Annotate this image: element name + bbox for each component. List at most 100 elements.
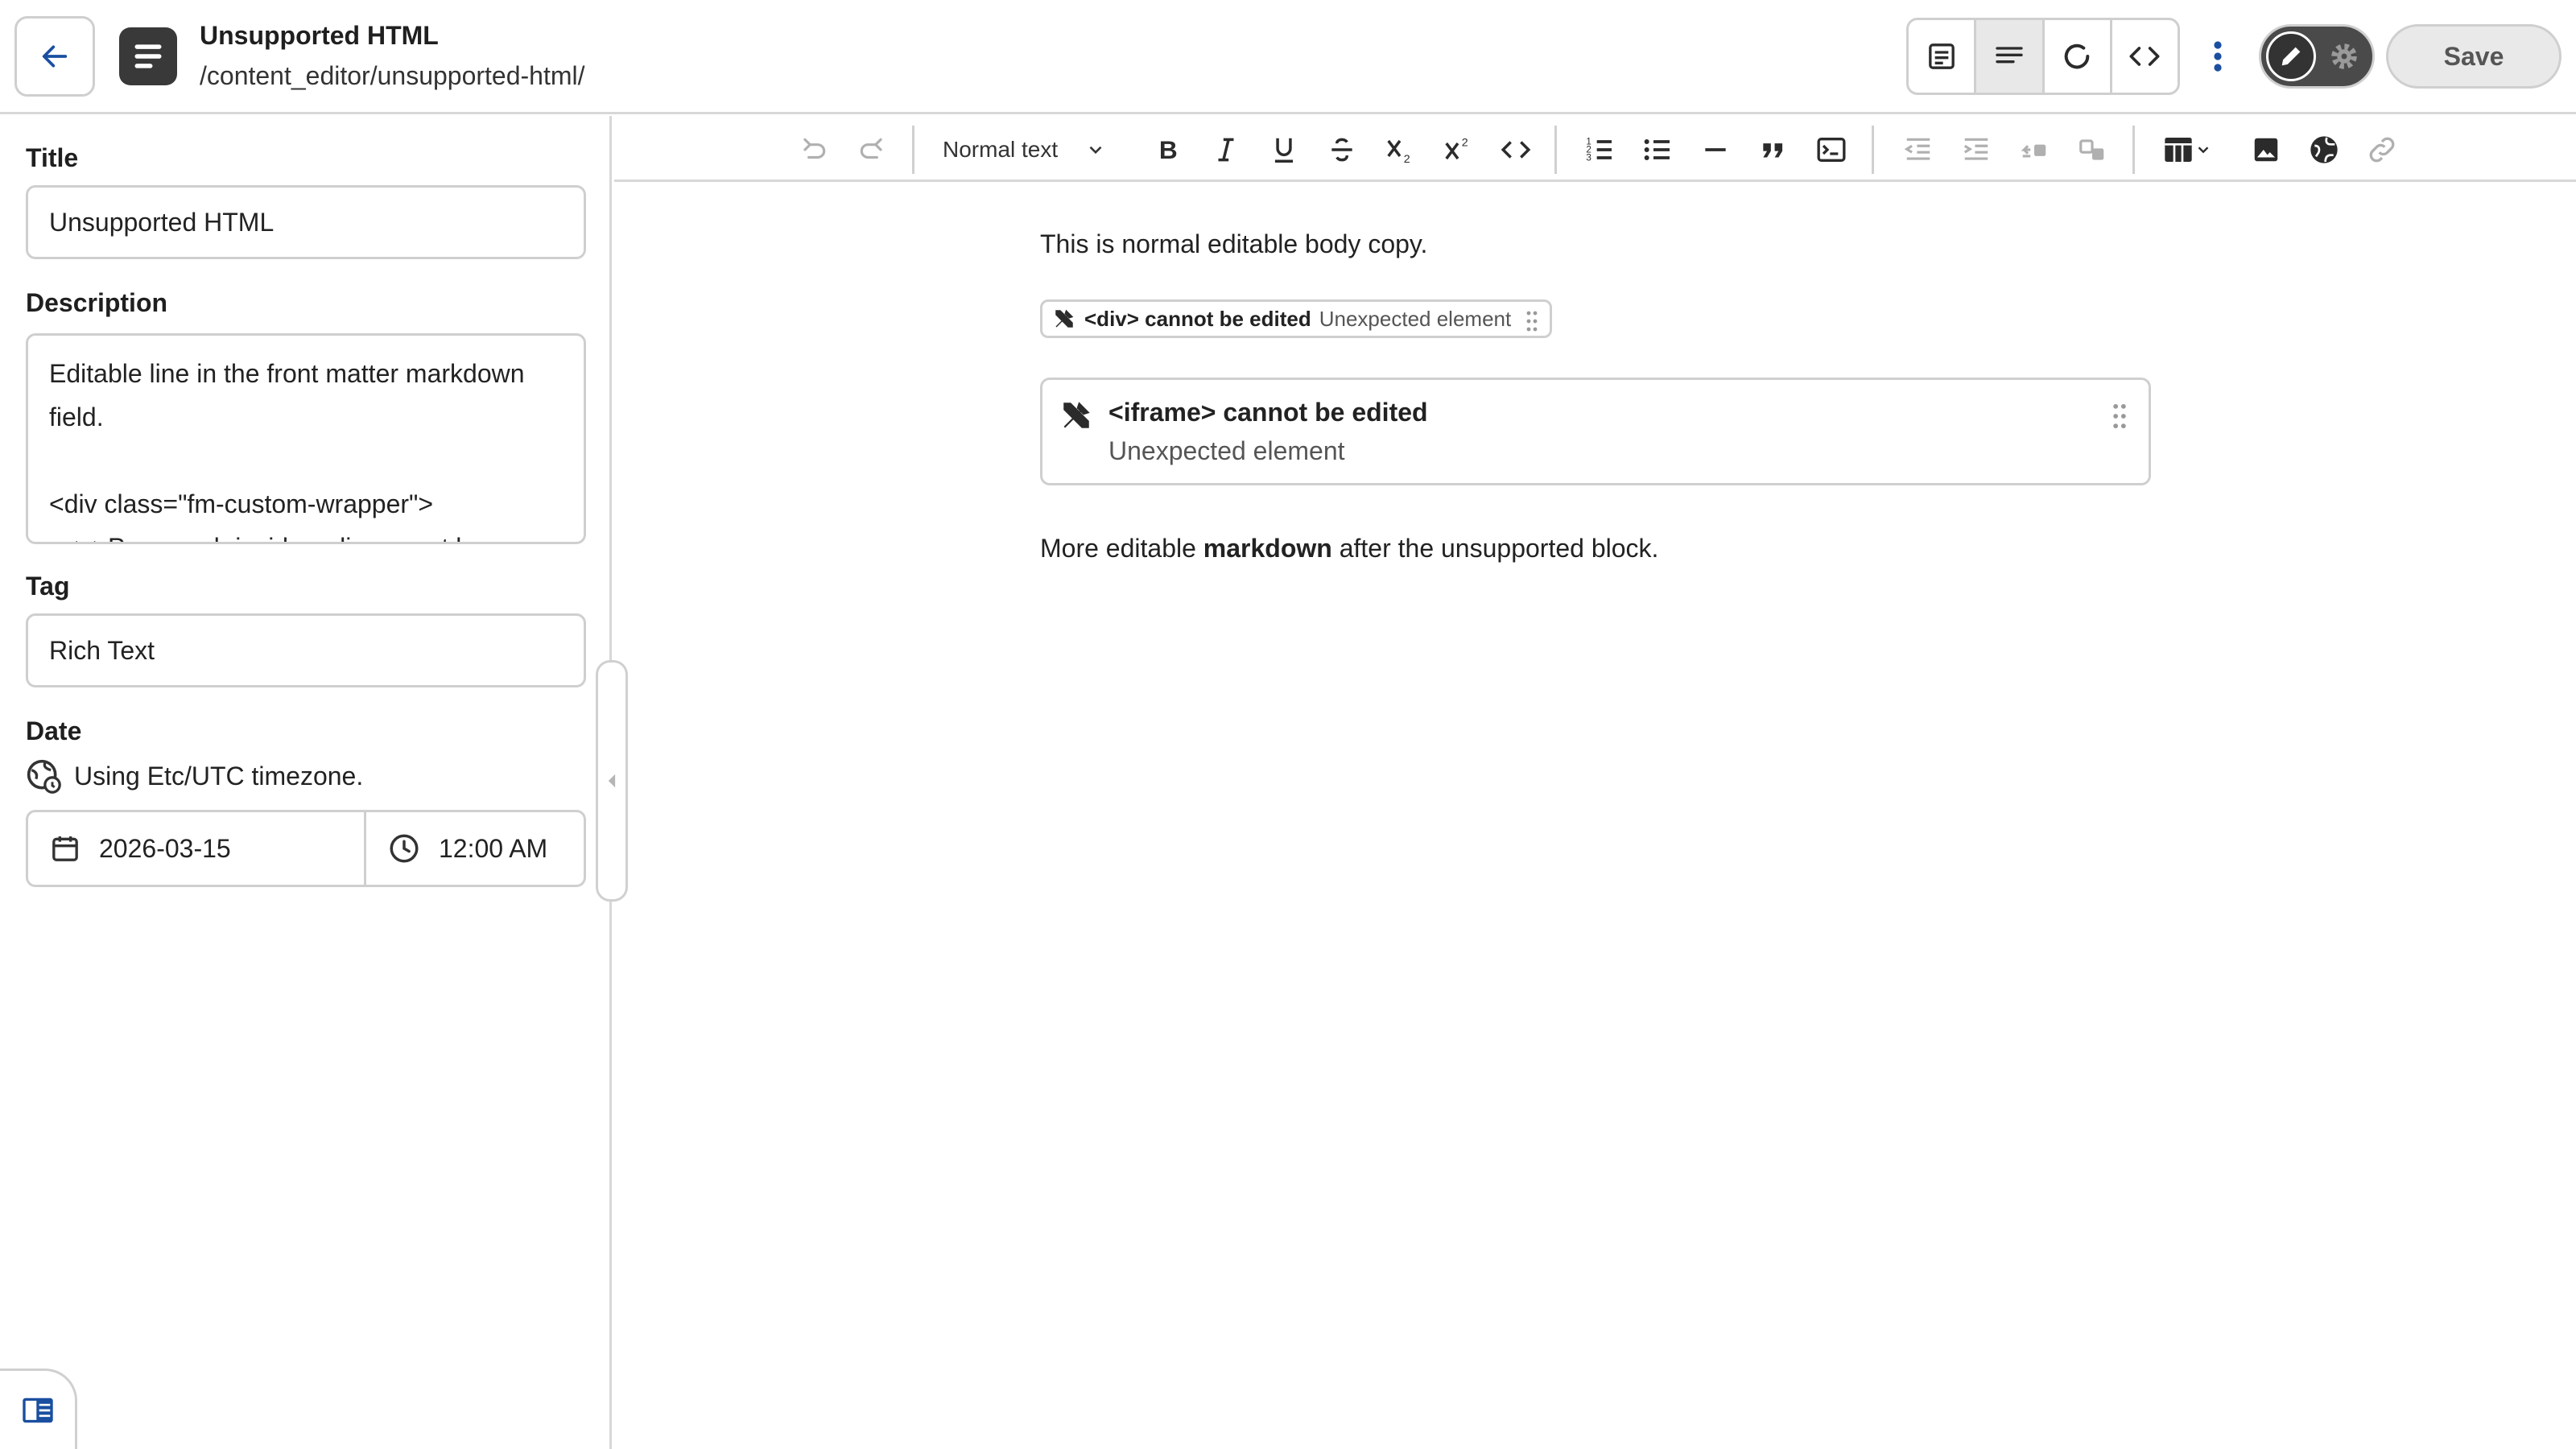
unsupported-block-element[interactable]: <iframe> cannot be edited Unexpected ele…	[1040, 378, 2151, 485]
subscript-button[interactable]: 2	[1377, 127, 1422, 172]
blockquote-button[interactable]	[1751, 127, 1796, 172]
code-icon	[2129, 47, 2160, 66]
outdent-button[interactable]	[1896, 127, 1941, 172]
ordered-list-icon: 123	[1586, 136, 1612, 163]
lift-list-item-button[interactable]	[2012, 127, 2057, 172]
superscript-icon: 2	[1445, 136, 1468, 160]
drag-handle-icon[interactable]	[1525, 310, 1538, 332]
pencil-icon	[2266, 31, 2316, 81]
svg-text:2: 2	[1462, 136, 1468, 149]
indent-button[interactable]	[1954, 127, 1999, 172]
strikethrough-button[interactable]	[1319, 127, 1364, 172]
tools-crossed-icon	[1055, 309, 1074, 328]
timezone-text: Using Etc/UTC timezone.	[74, 761, 364, 791]
save-button[interactable]: Save	[2386, 24, 2562, 89]
text-style-value: Normal text	[943, 137, 1059, 162]
panel-toggle-button[interactable]	[0, 1368, 77, 1449]
title-input[interactable]: Unsupported HTML	[26, 185, 586, 259]
back-button[interactable]	[14, 16, 95, 97]
drag-handle-icon[interactable]	[2112, 402, 2128, 430]
date-label: Date	[26, 716, 82, 745]
bold-button[interactable]: B	[1146, 127, 1191, 172]
superscript-button[interactable]: 2	[1435, 127, 1480, 172]
toolbar-divider	[1554, 126, 1557, 174]
body-paragraph[interactable]: This is normal editable body copy.	[1040, 229, 1427, 259]
date-value: 2026-03-15	[99, 833, 231, 863]
chip-title: <div> cannot be edited	[1084, 306, 1311, 331]
horizontal-rule-icon	[1705, 148, 1726, 151]
page-title: Unsupported HTML	[200, 21, 439, 50]
block-title: <iframe> cannot be edited	[1108, 398, 1428, 427]
timezone-note: Using Etc/UTC timezone.	[26, 758, 363, 794]
globe-clock-icon	[27, 759, 61, 794]
calendar-icon	[52, 836, 78, 861]
underline-icon	[1274, 138, 1294, 163]
quote-icon	[1763, 143, 1783, 158]
link-icon	[2369, 137, 2395, 163]
insert-image-button[interactable]	[2244, 127, 2289, 172]
more-options-button[interactable]	[2198, 27, 2238, 85]
indent-icon	[1963, 138, 1988, 160]
front-matter-panel: Title Unsupported HTML Description Edita…	[0, 116, 612, 1449]
document-icon	[119, 27, 177, 85]
strikethrough-icon	[1331, 138, 1352, 162]
image-icon	[2254, 138, 2278, 162]
date-time-group: 2026-03-15 12:00 AM	[26, 810, 586, 887]
redo-button[interactable]	[849, 127, 894, 172]
italic-icon	[1218, 138, 1234, 162]
underline-button[interactable]	[1261, 127, 1307, 172]
refresh-button[interactable]	[2045, 20, 2112, 93]
undo-icon	[803, 138, 826, 159]
block-subtitle: Unexpected element	[1108, 436, 1345, 465]
tag-input[interactable]: Rich Text	[26, 613, 586, 687]
para2-before: More editable	[1040, 534, 1203, 563]
view-mode-group	[1906, 18, 2180, 95]
svg-text:B: B	[1159, 135, 1178, 164]
time-input[interactable]: 12:00 AM	[366, 812, 584, 885]
svg-text:3: 3	[1586, 152, 1591, 163]
text-style-select[interactable]: Normal text	[943, 127, 1106, 172]
insert-table-button[interactable]	[2153, 127, 2221, 172]
subscript-icon: 2	[1387, 139, 1410, 165]
embed-button[interactable]	[2301, 127, 2347, 172]
toolbar-divider	[1872, 126, 1874, 174]
unsupported-inline-element[interactable]: <div> cannot be edited Unexpected elemen…	[1040, 299, 1552, 338]
code-block-button[interactable]	[1809, 127, 1854, 172]
edit-mode-toggle[interactable]	[2259, 24, 2375, 89]
chevron-down-icon	[1089, 146, 1102, 155]
document-view-icon	[1928, 43, 1955, 69]
sink-list-item-button[interactable]	[2070, 127, 2115, 172]
bulleted-list-button[interactable]	[1635, 127, 1680, 172]
link-button[interactable]	[2359, 127, 2405, 172]
globe-icon	[2310, 136, 2338, 163]
gear-icon	[2327, 39, 2361, 80]
tag-label: Tag	[26, 572, 70, 601]
date-input[interactable]: 2026-03-15	[28, 812, 366, 885]
arrow-left-icon	[42, 45, 68, 68]
text-lines-icon	[1996, 47, 2023, 64]
clock-icon	[390, 834, 419, 863]
tools-crossed-icon	[1063, 402, 1090, 428]
undo-button[interactable]	[791, 127, 836, 172]
chevron-down-icon	[2198, 147, 2209, 154]
editor-toolbar: Normal text B 2 2 123	[614, 116, 2576, 182]
sidebar-panel-icon	[22, 1397, 53, 1422]
horizontal-rule-button[interactable]	[1693, 127, 1738, 172]
body-paragraph-2[interactable]: More editable markdown after the unsuppo…	[1040, 534, 1658, 564]
inline-code-button[interactable]	[1493, 127, 1538, 172]
outdent-icon	[1904, 138, 1930, 160]
source-view-button[interactable]	[1909, 20, 1977, 93]
para2-bold: markdown	[1203, 534, 1332, 563]
kebab-menu-icon	[2214, 41, 2222, 72]
terminal-icon	[1817, 138, 1846, 162]
italic-button[interactable]	[1203, 127, 1249, 172]
ordered-list-button[interactable]: 123	[1577, 127, 1622, 172]
title-label: Title	[26, 143, 79, 172]
para2-after: after the unsupported block.	[1331, 534, 1659, 563]
editor-content[interactable]: This is normal editable body copy. <div>…	[614, 184, 2576, 1449]
description-label: Description	[26, 288, 168, 317]
table-icon	[2165, 138, 2192, 162]
description-textarea[interactable]: Editable line in the front matter markdo…	[26, 333, 586, 544]
code-view-button[interactable]	[2112, 20, 2178, 93]
content-view-button[interactable]	[1976, 20, 2045, 93]
